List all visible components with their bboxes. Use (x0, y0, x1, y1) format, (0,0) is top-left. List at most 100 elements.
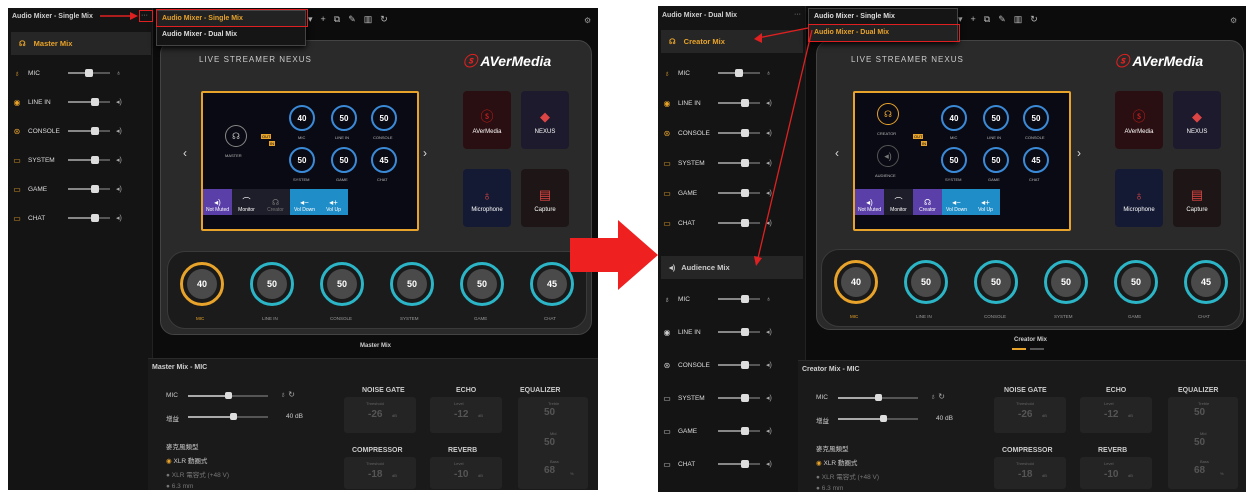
channel-console[interactable]: ⊛ CONSOLE ◂) (662, 358, 804, 372)
channel-system[interactable]: ▭ SYSTEM ◂) (12, 153, 152, 167)
copy-icon[interactable]: ⧉ (984, 14, 998, 24)
compressor-box[interactable]: Threshold -18 dB (344, 457, 416, 489)
add-icon[interactable]: + (321, 14, 334, 24)
radio-6mm[interactable]: ● 6.3 mm (166, 483, 193, 490)
next-arrow-icon[interactable]: › (423, 146, 427, 160)
creator-button[interactable]: ☊ Creator (261, 189, 290, 215)
radio-6mm[interactable]: ● 6.3 mm (816, 485, 843, 492)
copy-icon[interactable]: ⧉ (334, 14, 348, 24)
radio-xlr-condenser[interactable]: ● XLR 電容式 (+48 V) (166, 469, 229, 479)
mic-toggle-icon[interactable]: ♁ ↻ (930, 392, 945, 401)
equalizer-box[interactable]: Treble 50 Mid 50 Bass 68 % (1168, 397, 1238, 489)
tile-microphone[interactable]: ♁ Microphone (463, 169, 511, 227)
knob-line-in[interactable]: 50 (904, 260, 948, 304)
pen-icon[interactable]: ✎ (998, 14, 1014, 24)
volume-slider[interactable] (718, 427, 760, 435)
creator-button[interactable]: ☊ Creator (913, 189, 942, 215)
knob-game[interactable]: 50 (1114, 260, 1158, 304)
pen-icon[interactable]: ✎ (348, 14, 364, 24)
volume-slider[interactable] (68, 214, 110, 222)
knob-system[interactable]: 50 (1044, 260, 1088, 304)
echo-box[interactable]: Level -12 dB (1080, 397, 1152, 433)
group-master-mix[interactable]: ☊ Master Mix (11, 32, 151, 55)
volume-slider[interactable] (68, 127, 110, 135)
prev-arrow-icon[interactable]: ‹ (183, 146, 187, 160)
channel-game[interactable]: ▭ GAME ◂) (12, 182, 152, 196)
mix-label[interactable]: Creator Mix (1014, 337, 1047, 343)
mic-slider[interactable] (188, 392, 268, 399)
speaker-icon[interactable]: ◂) (766, 427, 772, 435)
channel-chat[interactable]: ▭ CHAT ◂) (12, 211, 152, 225)
not-muted-button[interactable]: ◂) Not Muted (203, 189, 232, 215)
refresh-icon[interactable]: ↻ (1030, 14, 1046, 24)
menu-item-dual-mix[interactable]: Audio Mixer - Dual Mix (157, 27, 305, 43)
channel-chat[interactable]: ▭ CHAT ◂) (662, 457, 804, 471)
tile-capture[interactable]: ▤ Capture (1173, 169, 1221, 227)
mix-label[interactable]: Master Mix (360, 343, 391, 349)
speaker-icon[interactable]: ◂) (116, 185, 122, 193)
vol-up-button[interactable]: ◂+ Vol Up (971, 189, 1000, 215)
volume-slider[interactable] (718, 295, 760, 303)
volume-slider[interactable] (68, 98, 110, 106)
speaker-icon[interactable]: ◂) (116, 127, 122, 135)
channel-console[interactable]: ⊛ CONSOLE ◂) (12, 124, 152, 138)
knob-console[interactable]: 50 (974, 260, 1018, 304)
dropdown-caret-icon[interactable]: ▾ (308, 14, 321, 24)
speaker-icon[interactable]: ◂) (766, 394, 772, 402)
speaker-icon[interactable]: ◂) (766, 460, 772, 468)
speaker-icon[interactable]: ◂) (116, 156, 122, 164)
speaker-icon[interactable]: ◂) (766, 328, 772, 336)
dropdown-caret-icon[interactable]: ▾ (958, 14, 971, 24)
radio-xlr-dynamic[interactable]: ◉ XLR 動圈式 (816, 457, 857, 467)
speaker-icon[interactable]: ◂) (116, 214, 122, 222)
volume-slider[interactable] (68, 156, 110, 164)
vol-up-button[interactable]: ◂+ Vol Up (319, 189, 348, 215)
tile-avermedia[interactable]: ⓢ AVerMedia (463, 91, 511, 149)
knob-mic[interactable]: 40 (180, 262, 224, 306)
delete-icon[interactable]: ▥ (364, 14, 381, 24)
tile-nexus[interactable]: ◆ NEXUS (1173, 91, 1221, 149)
volume-slider[interactable] (68, 69, 110, 77)
monitor-button[interactable]: ⌒ Monitor (232, 189, 261, 215)
reverb-box[interactable]: Level -10 dB (1080, 457, 1152, 489)
mic-slider[interactable] (838, 394, 918, 401)
tile-avermedia[interactable]: ⓢ AVerMedia (1115, 91, 1163, 149)
vol-down-button[interactable]: ◂− Vol Down (942, 189, 971, 215)
tile-nexus[interactable]: ◆ NEXUS (521, 91, 569, 149)
volume-slider[interactable] (718, 328, 760, 336)
delete-icon[interactable]: ▥ (1014, 14, 1031, 24)
add-icon[interactable]: + (971, 14, 984, 24)
gain-slider[interactable] (188, 413, 268, 420)
noise-gate-box[interactable]: Threshold -26 dB (344, 397, 416, 433)
refresh-icon[interactable]: ↻ (380, 14, 396, 24)
knob-game[interactable]: 50 (460, 262, 504, 306)
echo-box[interactable]: Level -12 dB (430, 397, 502, 433)
radio-xlr-condenser[interactable]: ● XLR 電容式 (+48 V) (816, 471, 879, 481)
settings-icon[interactable]: ⚙ (1230, 16, 1237, 25)
channel-mic[interactable]: ♁ MIC ♁ (12, 66, 152, 80)
channel-game[interactable]: ▭ GAME ◂) (662, 424, 804, 438)
channel-line-in[interactable]: ◉ LINE IN ◂) (12, 95, 152, 109)
equalizer-box[interactable]: Treble 50 Mid 50 Bass 68 % (518, 397, 588, 489)
volume-slider[interactable] (718, 361, 760, 369)
noise-gate-box[interactable]: Threshold -26 dB (994, 397, 1066, 433)
tile-capture[interactable]: ▤ Capture (521, 169, 569, 227)
reverb-box[interactable]: Level -10 dB (430, 457, 502, 489)
knob-line-in[interactable]: 50 (250, 262, 294, 306)
gain-slider[interactable] (838, 415, 918, 422)
channel-system[interactable]: ▭ SYSTEM ◂) (662, 391, 804, 405)
knob-chat[interactable]: 45 (530, 262, 574, 306)
settings-icon[interactable]: ⚙ (584, 16, 591, 25)
volume-slider[interactable] (718, 460, 760, 468)
knob-chat[interactable]: 45 (1184, 260, 1228, 304)
vol-down-button[interactable]: ◂− Vol Down (290, 189, 319, 215)
tile-microphone[interactable]: ♁ Microphone (1115, 169, 1163, 227)
volume-slider[interactable] (718, 394, 760, 402)
more-menu-button[interactable]: ··· (794, 11, 801, 18)
speaker-icon[interactable]: ◂) (766, 361, 772, 369)
speaker-icon[interactable]: ◂) (116, 98, 122, 106)
volume-slider[interactable] (68, 185, 110, 193)
mic-monitor-icon[interactable]: ♁ (116, 70, 121, 77)
knob-console[interactable]: 50 (320, 262, 364, 306)
mic-toggle-icon[interactable]: ♁ ↻ (280, 390, 295, 399)
